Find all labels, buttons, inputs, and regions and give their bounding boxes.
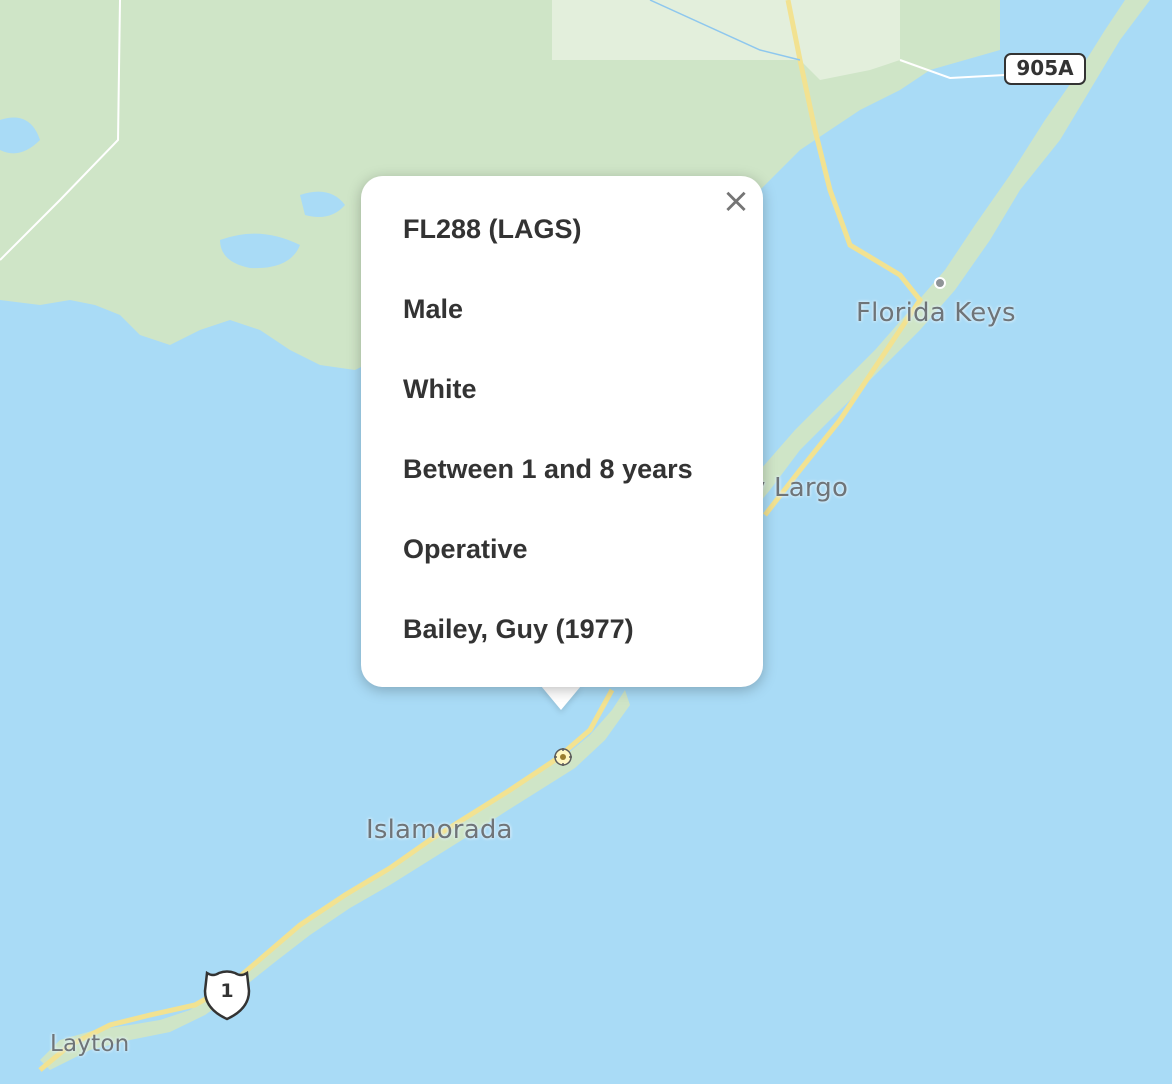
info-popup: × FL288 (LAGS) Male White Between 1 and … bbox=[361, 176, 763, 687]
us-route-number: 1 bbox=[220, 980, 234, 1002]
popup-case-id: FL288 (LAGS) bbox=[403, 214, 582, 244]
place-label-islamorada: Islamorada bbox=[366, 815, 513, 845]
us-route-shield: 1 bbox=[199, 967, 255, 1023]
place-label-key-largo: y Largo bbox=[750, 473, 849, 503]
location-marker-icon[interactable] bbox=[552, 746, 574, 768]
close-icon[interactable]: × bbox=[719, 184, 753, 218]
popup-sex: Male bbox=[403, 294, 464, 324]
popup-status: Operative bbox=[403, 534, 528, 564]
popup-race: White bbox=[403, 374, 477, 404]
popup-content: FL288 (LAGS) Male White Between 1 and 8 … bbox=[403, 210, 693, 690]
place-label-florida-keys: Florida Keys bbox=[856, 298, 1016, 328]
popup-age: Between 1 and 8 years bbox=[403, 454, 693, 484]
state-route-shield: 905A bbox=[1004, 53, 1086, 85]
popup-source: Bailey, Guy (1977) bbox=[403, 614, 634, 644]
place-label-layton: Layton bbox=[50, 1031, 130, 1057]
city-dot bbox=[934, 277, 946, 289]
